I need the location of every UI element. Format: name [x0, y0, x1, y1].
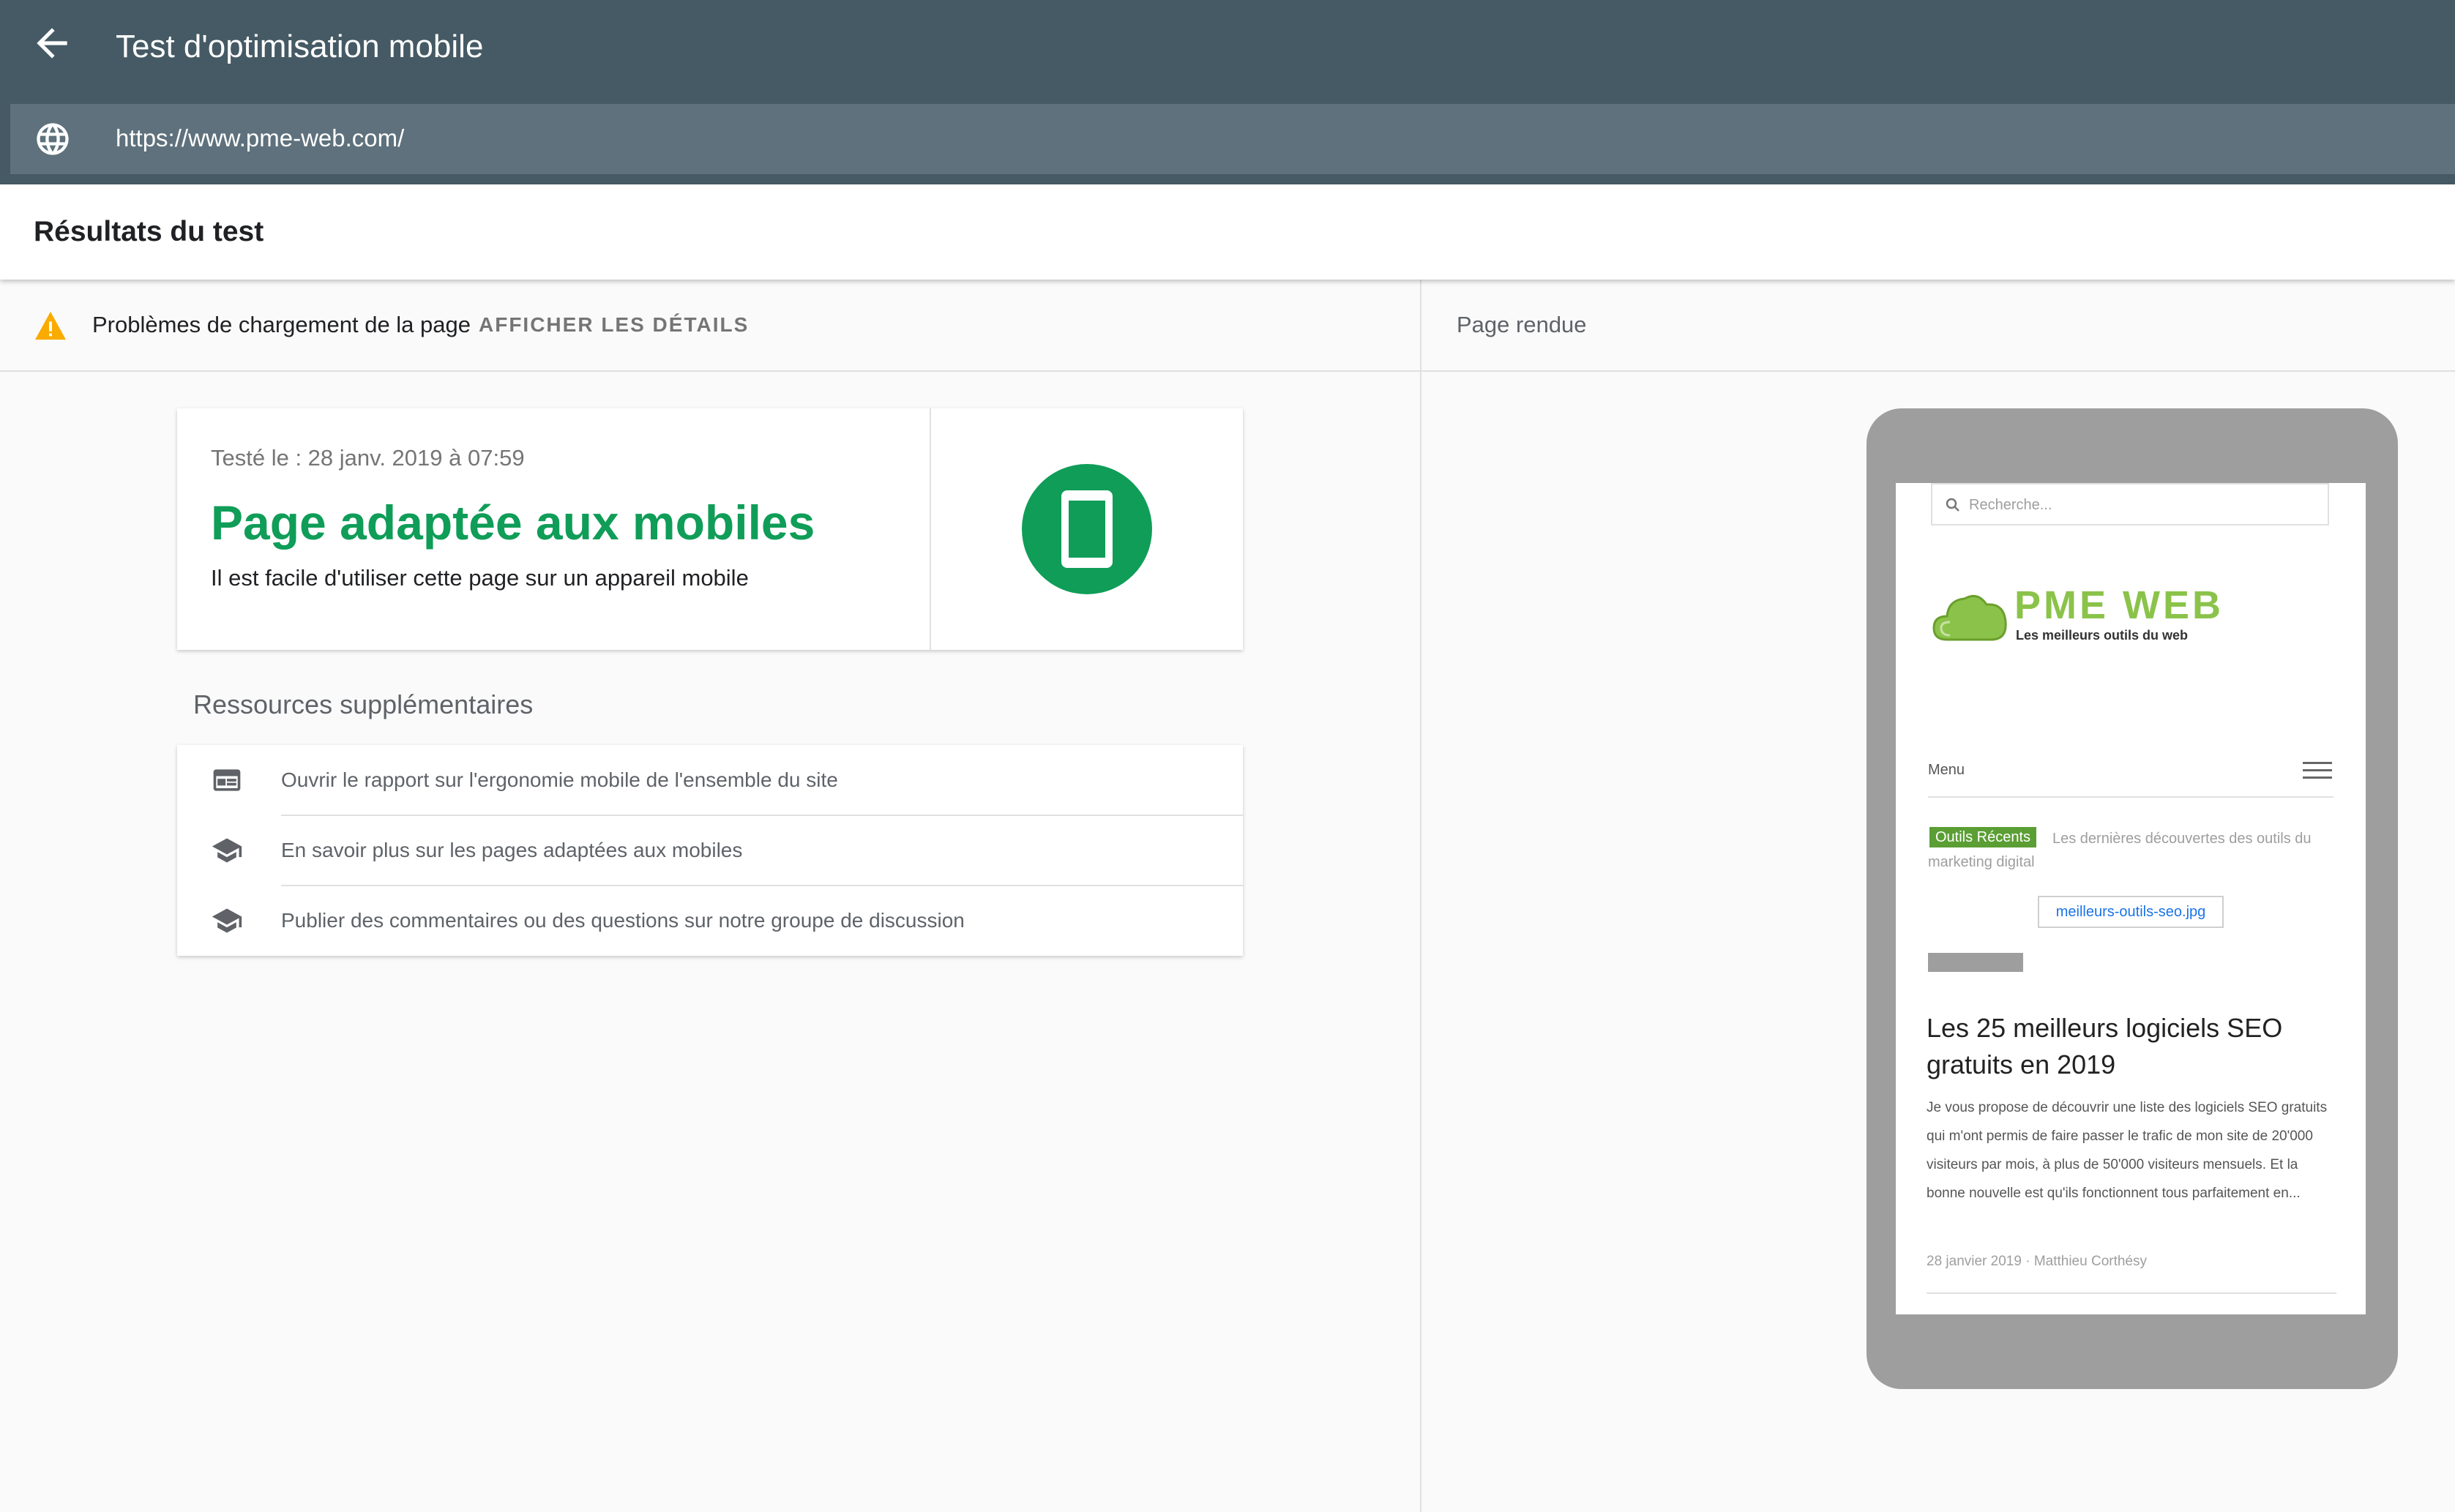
- article-divider: [1927, 1292, 2336, 1294]
- category-placeholder-bar: [1928, 953, 2023, 972]
- results-title: Résultats du test: [34, 216, 264, 247]
- rendered-page-label: Page rendue: [1457, 312, 1587, 337]
- hamburger-menu-icon: [2303, 761, 2332, 780]
- warning-icon: [34, 310, 67, 341]
- article-meta: 28 janvier 2019 · Matthieu Corthésy: [1927, 1254, 2147, 1269]
- rendered-page-pane: Page rendue Recherche... PME WEB Les mei…: [1421, 280, 2455, 1512]
- resources-list: Ouvrir le rapport sur l'ergonomie mobile…: [177, 745, 1243, 956]
- globe-icon: [34, 120, 72, 158]
- app-title: Test d'optimisation mobile: [116, 29, 484, 64]
- loading-issues-text: Problèmes de chargement de la page: [92, 312, 471, 337]
- results-bar: Résultats du test: [0, 184, 2455, 280]
- article-title: Les 25 meilleurs logiciels SEO gratuits …: [1927, 1013, 2283, 1079]
- rendered-page-header: Page rendue: [1421, 280, 2455, 372]
- show-details-link[interactable]: AFFICHER LES DÉTAILS: [479, 309, 749, 341]
- cloud-logo-icon: [1931, 584, 2009, 644]
- url-text[interactable]: https://www.pme-web.com/: [116, 121, 404, 155]
- resource-label[interactable]: En savoir plus sur les pages adaptées au…: [281, 834, 742, 867]
- resource-label[interactable]: Publier des commentaires ou des question…: [281, 905, 965, 937]
- site-tag-badge: Outils Récents: [1929, 827, 2037, 847]
- site-menu-label: Menu: [1928, 762, 1965, 778]
- site-brand: PME WEB: [2014, 583, 2224, 627]
- rendered-screenshot[interactable]: Recherche... PME WEB Les meilleurs outil…: [1896, 483, 2366, 1314]
- app-header: Test d'optimisation mobile https://www.p…: [0, 0, 2455, 184]
- menu-divider: [1928, 796, 2333, 798]
- verdict-subtitle: Il est facile d'utiliser cette page sur …: [211, 565, 749, 591]
- result-card: Testé le : 28 janv. 2019 à 07:59 Page ad…: [177, 408, 1243, 650]
- resource-item-site-report[interactable]: Ouvrir le rapport sur l'ergonomie mobile…: [177, 745, 1243, 815]
- card-divider: [930, 408, 931, 650]
- search-icon: [1944, 496, 1962, 514]
- verdict-title: Page adaptée aux mobiles: [211, 495, 815, 550]
- resource-item-discussion-group[interactable]: Publier des commentaires ou des question…: [177, 886, 1243, 956]
- site-tagline: Les meilleurs outils du web: [2016, 628, 2189, 643]
- back-arrow-icon[interactable]: [29, 20, 75, 66]
- tested-date: Testé le : 28 janv. 2019 à 07:59: [211, 445, 525, 471]
- mobile-friendly-phone-icon: [1022, 464, 1152, 594]
- results-pane: Problèmes de chargement de la page AFFIC…: [0, 280, 1420, 1512]
- report-icon: [211, 764, 243, 796]
- resource-label[interactable]: Ouvrir le rapport sur l'ergonomie mobile…: [281, 764, 838, 796]
- graduation-cap-icon: [211, 905, 243, 937]
- phone-frame: Recherche... PME WEB Les meilleurs outil…: [1867, 408, 2398, 1389]
- graduation-cap-icon: [211, 834, 243, 867]
- loading-issues-row: Problèmes de chargement de la page AFFIC…: [0, 280, 1420, 372]
- site-search-placeholder: Recherche...: [1969, 497, 2052, 513]
- broken-image-link: meilleurs-outils-seo.jpg: [2038, 896, 2224, 928]
- resources-heading: Ressources supplémentaires: [193, 689, 534, 719]
- resource-item-learn-more[interactable]: En savoir plus sur les pages adaptées au…: [177, 815, 1243, 886]
- site-search-box: Recherche...: [1931, 483, 2329, 525]
- url-bar[interactable]: https://www.pme-web.com/: [10, 104, 2455, 174]
- article-excerpt: Je vous propose de découvrir une liste d…: [1927, 1100, 2328, 1201]
